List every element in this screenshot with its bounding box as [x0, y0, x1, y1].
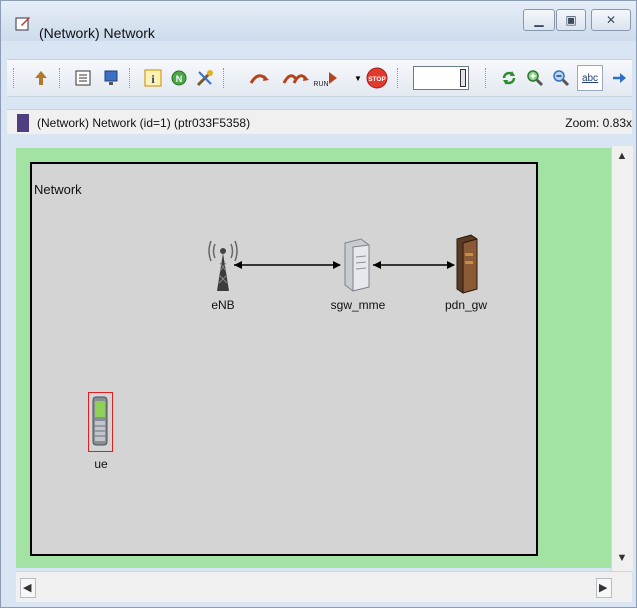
scroll-up-icon[interactable]: ▲: [615, 150, 629, 162]
node-label-pdn-gw: pdn_gw: [444, 298, 488, 312]
scroll-left-icon: ◀: [23, 582, 32, 594]
network-window: (Network) Network ▁ ▣ ✕ i N RUN ▼ STOP a…: [0, 0, 637, 608]
connections-layer: [234, 261, 455, 269]
scroll-down-icon[interactable]: ▼: [615, 552, 629, 564]
horizontal-scrollbar[interactable]: ◀ ▶: [16, 571, 632, 602]
node-pdn-gw[interactable]: [453, 234, 479, 294]
gateway-tower-icon: [456, 234, 478, 294]
link-sgw-pdn[interactable]: [373, 261, 455, 269]
node-label-ue: ue: [94, 457, 108, 471]
scroll-right-button[interactable]: ▶: [596, 578, 612, 598]
vertical-scrollbar[interactable]: ▲ ▼: [611, 146, 633, 571]
link-enb-sgw[interactable]: [234, 261, 341, 269]
scroll-left-button[interactable]: ◀: [20, 578, 36, 598]
server-icon: [344, 238, 370, 292]
node-sgw-mme[interactable]: [341, 238, 373, 292]
antenna-icon: [208, 240, 238, 291]
node-ue[interactable]: [88, 392, 113, 452]
node-label-enb: eNB: [211, 298, 235, 312]
mobile-phone-icon: [92, 396, 108, 446]
node-enb[interactable]: [205, 235, 241, 295]
node-label-sgw-mme: sgw_mme: [330, 298, 386, 312]
scroll-right-icon: ▶: [599, 582, 608, 594]
